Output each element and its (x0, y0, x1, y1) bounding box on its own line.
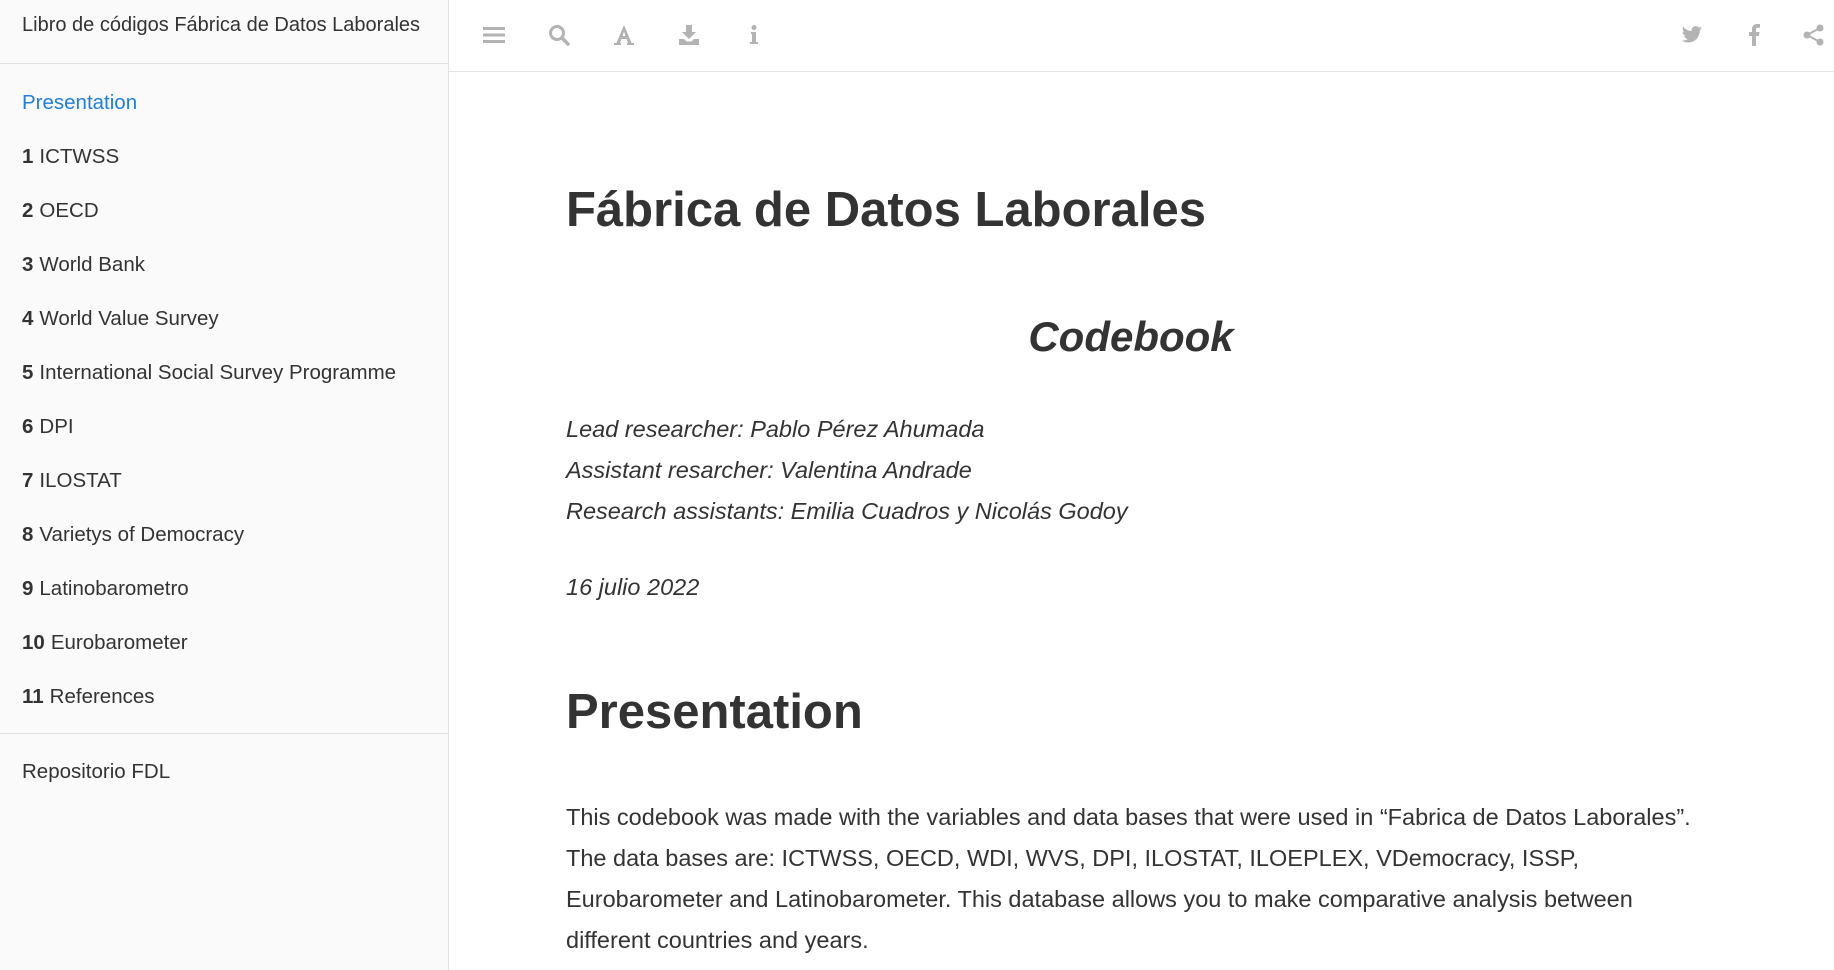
toc-item-label: World Value Survey (39, 307, 219, 330)
book-title[interactable]: Libro de códigos Fábrica de Datos Labora… (22, 12, 422, 38)
toc-item-number: 10 (22, 631, 45, 654)
toc-item-label: DPI (39, 415, 74, 438)
download-icon (679, 25, 699, 45)
presentation-paragraph: This codebook was made with the variable… (566, 804, 1691, 953)
toc-item-number: 9 (22, 577, 34, 600)
toc-item-label: Eurobarometer (50, 631, 188, 654)
toc-item-number: 3 (22, 253, 34, 276)
section-heading-presentation: Presentation (566, 685, 863, 739)
toolbar (449, 0, 1834, 72)
download-button[interactable] (674, 20, 704, 50)
sidebar-divider-top (0, 63, 448, 64)
info-icon (750, 25, 758, 44)
toc-item-label: OECD (39, 199, 99, 222)
sidebar: Libro de códigos Fábrica de Datos Labora… (0, 0, 449, 970)
toc-item-label: References (49, 685, 155, 708)
toc-item-number: 2 (22, 199, 34, 222)
toc-item-number: 6 (22, 415, 34, 438)
toc-item-varieties-of-democracy[interactable]: 8 Varietys of Democracy (0, 512, 448, 566)
toc-item-label: ILOSTAT (39, 469, 122, 492)
toc-item-presentation[interactable]: Presentation (0, 80, 448, 134)
toc-item-label: International Social Survey Programme (39, 361, 397, 384)
sidebar-divider-bottom (0, 733, 448, 734)
toc-item-world-bank[interactable]: 3 World Bank (0, 242, 448, 296)
font-settings-icon (614, 25, 634, 45)
assistant-researcher: Assistant resarcher: Valentina Andrade (566, 457, 972, 483)
toc-item-label: World Bank (39, 253, 145, 276)
twitter-icon (1681, 26, 1702, 43)
document-subtitle: Codebook (1028, 313, 1234, 360)
toc-item-ictwss[interactable]: 1 ICTWSS (0, 134, 448, 188)
repository-link[interactable]: Repositorio FDL (22, 757, 170, 787)
toc-item-number: 11 (22, 685, 44, 708)
toc-item-label: Varietys of Democracy (39, 523, 245, 546)
table-of-contents: Presentation 1 ICTWSS 2 OECD 3 World Bank 4… (0, 80, 448, 728)
lead-researcher: Lead researcher: Pablo Pérez Ahumada (566, 416, 985, 442)
toc-item-number: 1 (22, 145, 34, 168)
share-button[interactable] (1799, 20, 1829, 50)
toc-item-label: Latinobarometro (39, 577, 189, 600)
search-button[interactable] (544, 20, 574, 50)
toc-item-references[interactable]: 11 References (0, 674, 448, 728)
document-title: Fábrica de Datos Laborales (566, 183, 1206, 237)
toc-item-ilostat[interactable]: 7 ILOSTAT (0, 458, 448, 512)
font-settings-button[interactable] (609, 20, 639, 50)
toc-item-latinobarometro[interactable]: 9 Latinobarometro (0, 566, 448, 620)
search-icon (549, 25, 570, 46)
info-button[interactable] (739, 20, 769, 50)
toc-item-number: 4 (22, 307, 34, 330)
facebook-icon (1749, 24, 1760, 46)
toggle-sidebar-button[interactable] (479, 20, 509, 50)
toc-item-label: ICTWSS (39, 145, 120, 168)
toc-item-world-value-survey[interactable]: 4 World Value Survey (0, 296, 448, 350)
document-date: 16 julio 2022 (566, 574, 700, 600)
toc-item-issp[interactable]: 5 International Social Survey Programme (0, 350, 448, 404)
toc-item-dpi[interactable]: 6 DPI (0, 404, 448, 458)
toc-item-label: Presentation (22, 91, 138, 114)
toc-item-number: 7 (22, 469, 34, 492)
facebook-share-button[interactable] (1739, 20, 1769, 50)
share-icon (1803, 24, 1824, 46)
toc-item-number: 5 (22, 361, 34, 384)
toggle-sidebar-icon (483, 27, 505, 43)
toc-item-eurobarometer[interactable]: 10 Eurobarometer (0, 620, 448, 674)
toc-item-oecd[interactable]: 2 OECD (0, 188, 448, 242)
twitter-share-button[interactable] (1677, 20, 1707, 50)
toc-item-number: 8 (22, 523, 34, 546)
research-assistants: Research assistants: Emilia Cuadros y Ni… (566, 498, 1128, 524)
